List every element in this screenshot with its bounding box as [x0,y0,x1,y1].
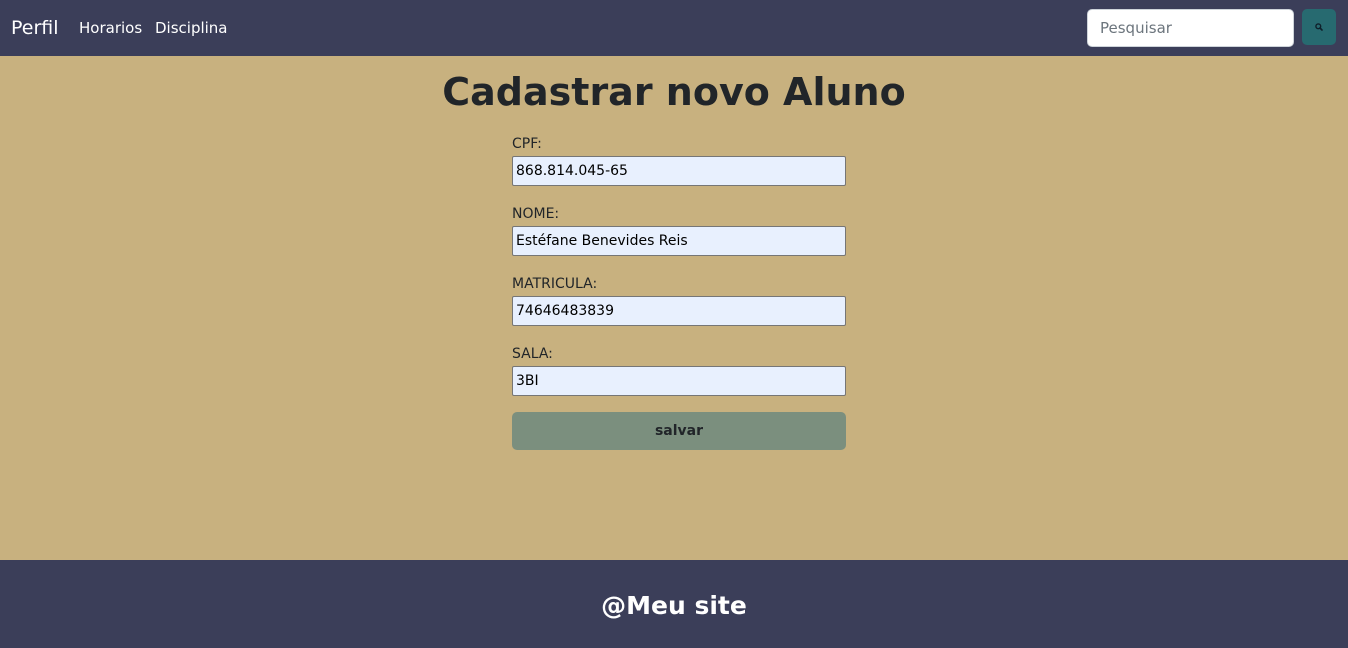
cpf-input[interactable] [512,156,846,186]
search-icon [1315,23,1323,31]
nav-link-horarios[interactable]: Horarios [79,18,142,38]
search-button[interactable] [1302,9,1336,45]
footer-text: @Meu site [601,591,747,620]
navbar: Perfil Horarios Disciplina [0,0,1348,56]
cpf-label: CPF: [512,136,542,152]
nome-label: NOME: [512,206,560,222]
footer: @Meu site [0,560,1348,648]
search-input[interactable] [1087,9,1294,47]
sala-label: SALA: [512,346,553,362]
save-button[interactable]: salvar [512,412,846,450]
page-title: Cadastrar novo Aluno [442,70,906,114]
nav-link-disciplina[interactable]: Disciplina [155,18,228,38]
nome-input[interactable] [512,226,846,256]
matricula-label: MATRICULA: [512,276,598,292]
matricula-input[interactable] [512,296,846,326]
sala-input[interactable] [512,366,846,396]
brand-link[interactable]: Perfil [11,16,59,40]
